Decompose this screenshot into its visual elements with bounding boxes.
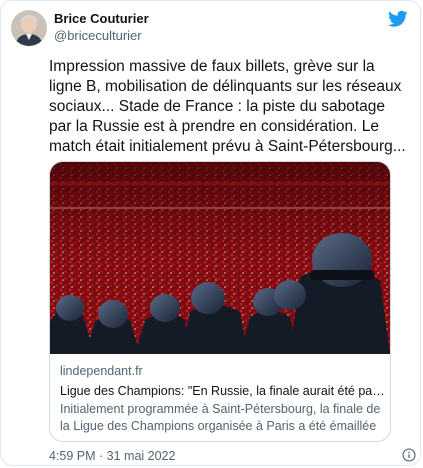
info-icon[interactable] [402, 448, 416, 462]
link-domain: lindependant.fr [60, 364, 143, 378]
author-handle[interactable]: @briceculturier [54, 28, 142, 43]
link-description: Initialement programmée à Saint-Pétersbo… [60, 402, 381, 433]
tweet-card: Brice Couturier @briceculturier Impressi… [0, 0, 421, 466]
link-title[interactable]: Ligue des Champions: "En Russie, la fina… [60, 383, 386, 400]
avatar[interactable] [11, 10, 47, 46]
tweet-text: Impression massive de faux billets, grèv… [49, 58, 406, 155]
link-preview-image[interactable] [50, 162, 390, 354]
link-preview-card[interactable]: lindependant.fr Ligue des Champions: "En… [49, 161, 391, 442]
link-meta: lindependant.fr Ligue des Champions: "En… [60, 363, 386, 435]
tweet-timestamp[interactable]: 4:59 PM · 31 mai 2022 [49, 449, 175, 463]
twitter-bird-icon[interactable] [388, 10, 408, 28]
author-name[interactable]: Brice Couturier [54, 11, 149, 26]
